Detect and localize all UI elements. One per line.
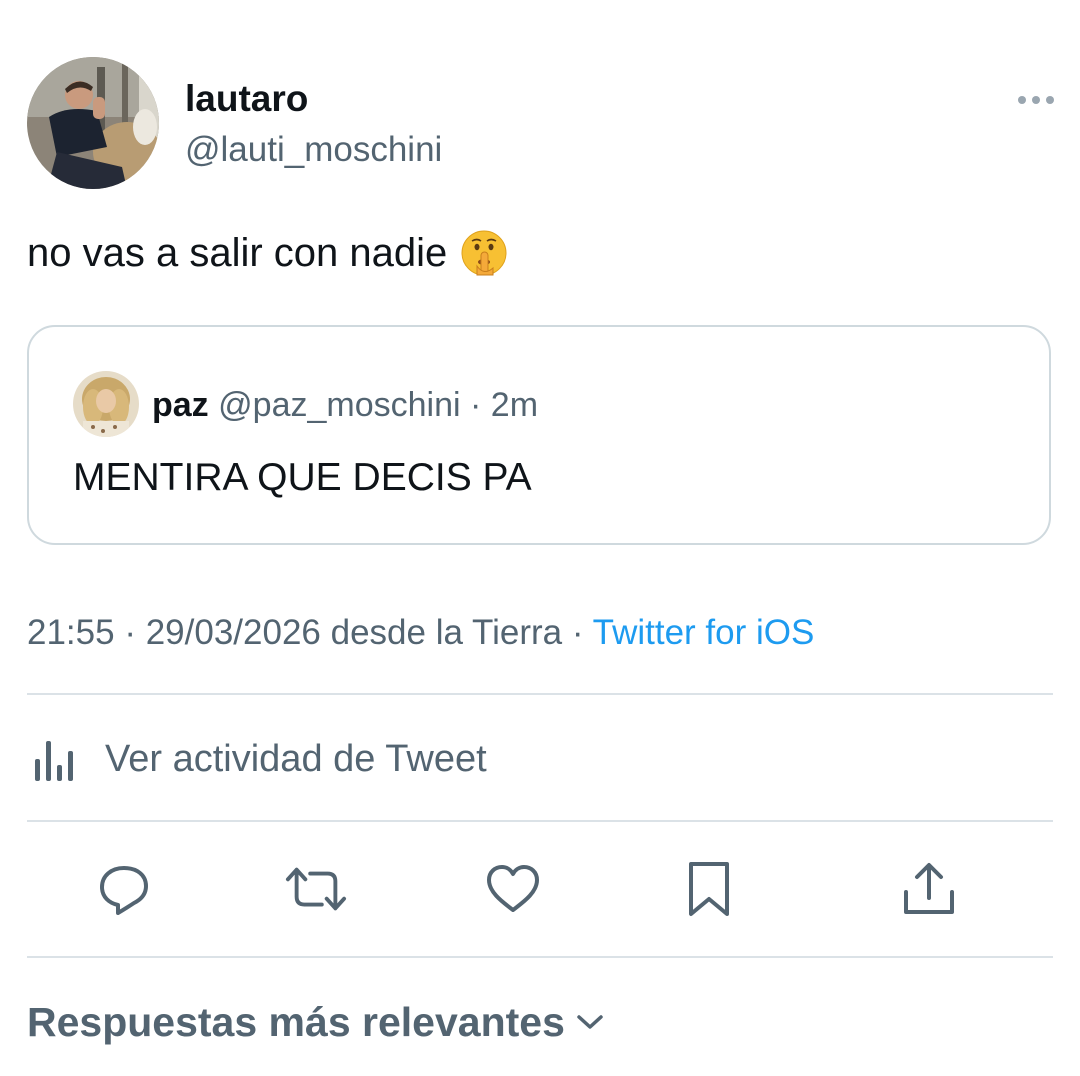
view-tweet-activity-label: Ver actividad de Tweet	[105, 738, 487, 780]
shushing-face-emoji	[461, 230, 507, 276]
reply-button[interactable]	[93, 858, 155, 920]
quoted-avatar-photo	[73, 371, 139, 437]
meta-separator: ·	[124, 613, 136, 652]
meta-separator-2: ·	[571, 613, 584, 652]
quoted-time-ago: 2m	[490, 386, 539, 424]
tweet-date-location: 29/03/2026 desde la Tierra	[145, 613, 563, 652]
quoted-author-name: paz	[152, 386, 209, 424]
retweet-icon	[285, 867, 347, 911]
replies-sort-dropdown[interactable]: Respuestas más relevantes	[27, 994, 609, 1050]
more-horizontal-icon	[1018, 96, 1054, 104]
bookmark-icon	[689, 862, 729, 916]
bookmark-button[interactable]	[678, 858, 740, 920]
share-button[interactable]	[898, 858, 960, 920]
quoted-author-handle: @paz_moschini	[218, 386, 461, 424]
tweet-text: no vas a salir con nadie	[27, 228, 509, 278]
tweet-meta: 21:55 · 29/03/2026 desde la Tierra · Twi…	[27, 612, 814, 654]
divider	[27, 693, 1053, 695]
divider	[27, 956, 1053, 958]
heart-icon	[487, 865, 539, 912]
tweet-text-content: no vas a salir con nadie	[27, 231, 448, 275]
more-options-button[interactable]	[1010, 88, 1062, 112]
author-avatar[interactable]	[27, 57, 159, 189]
avatar-photo	[27, 57, 159, 189]
author-display-name[interactable]: lautaro	[185, 78, 308, 120]
tweet-source-link[interactable]: Twitter for iOS	[593, 613, 815, 652]
retweet-button[interactable]	[285, 858, 347, 920]
like-button[interactable]	[482, 858, 544, 920]
chevron-down-icon	[575, 1005, 609, 1039]
share-icon	[904, 863, 954, 914]
quoted-tweet-text: MENTIRA QUE DECIS PA	[73, 456, 532, 499]
reply-bubble-icon	[100, 866, 148, 915]
analytics-icon	[27, 728, 89, 790]
quoted-tweet-card[interactable]: paz @paz_moschini · 2m MENTIRA QUE DECIS…	[27, 325, 1051, 545]
quoted-separator: ·	[470, 386, 482, 424]
tweet-time: 21:55	[27, 613, 115, 652]
quoted-author-avatar	[73, 371, 139, 437]
author-handle[interactable]: @lauti_moschini	[185, 130, 442, 170]
divider	[27, 820, 1053, 822]
replies-sort-label: Respuestas más relevantes	[27, 999, 565, 1045]
quoted-tweet-header: paz @paz_moschini · 2m	[152, 385, 538, 425]
view-tweet-activity-button[interactable]: Ver actividad de Tweet	[27, 722, 1053, 796]
